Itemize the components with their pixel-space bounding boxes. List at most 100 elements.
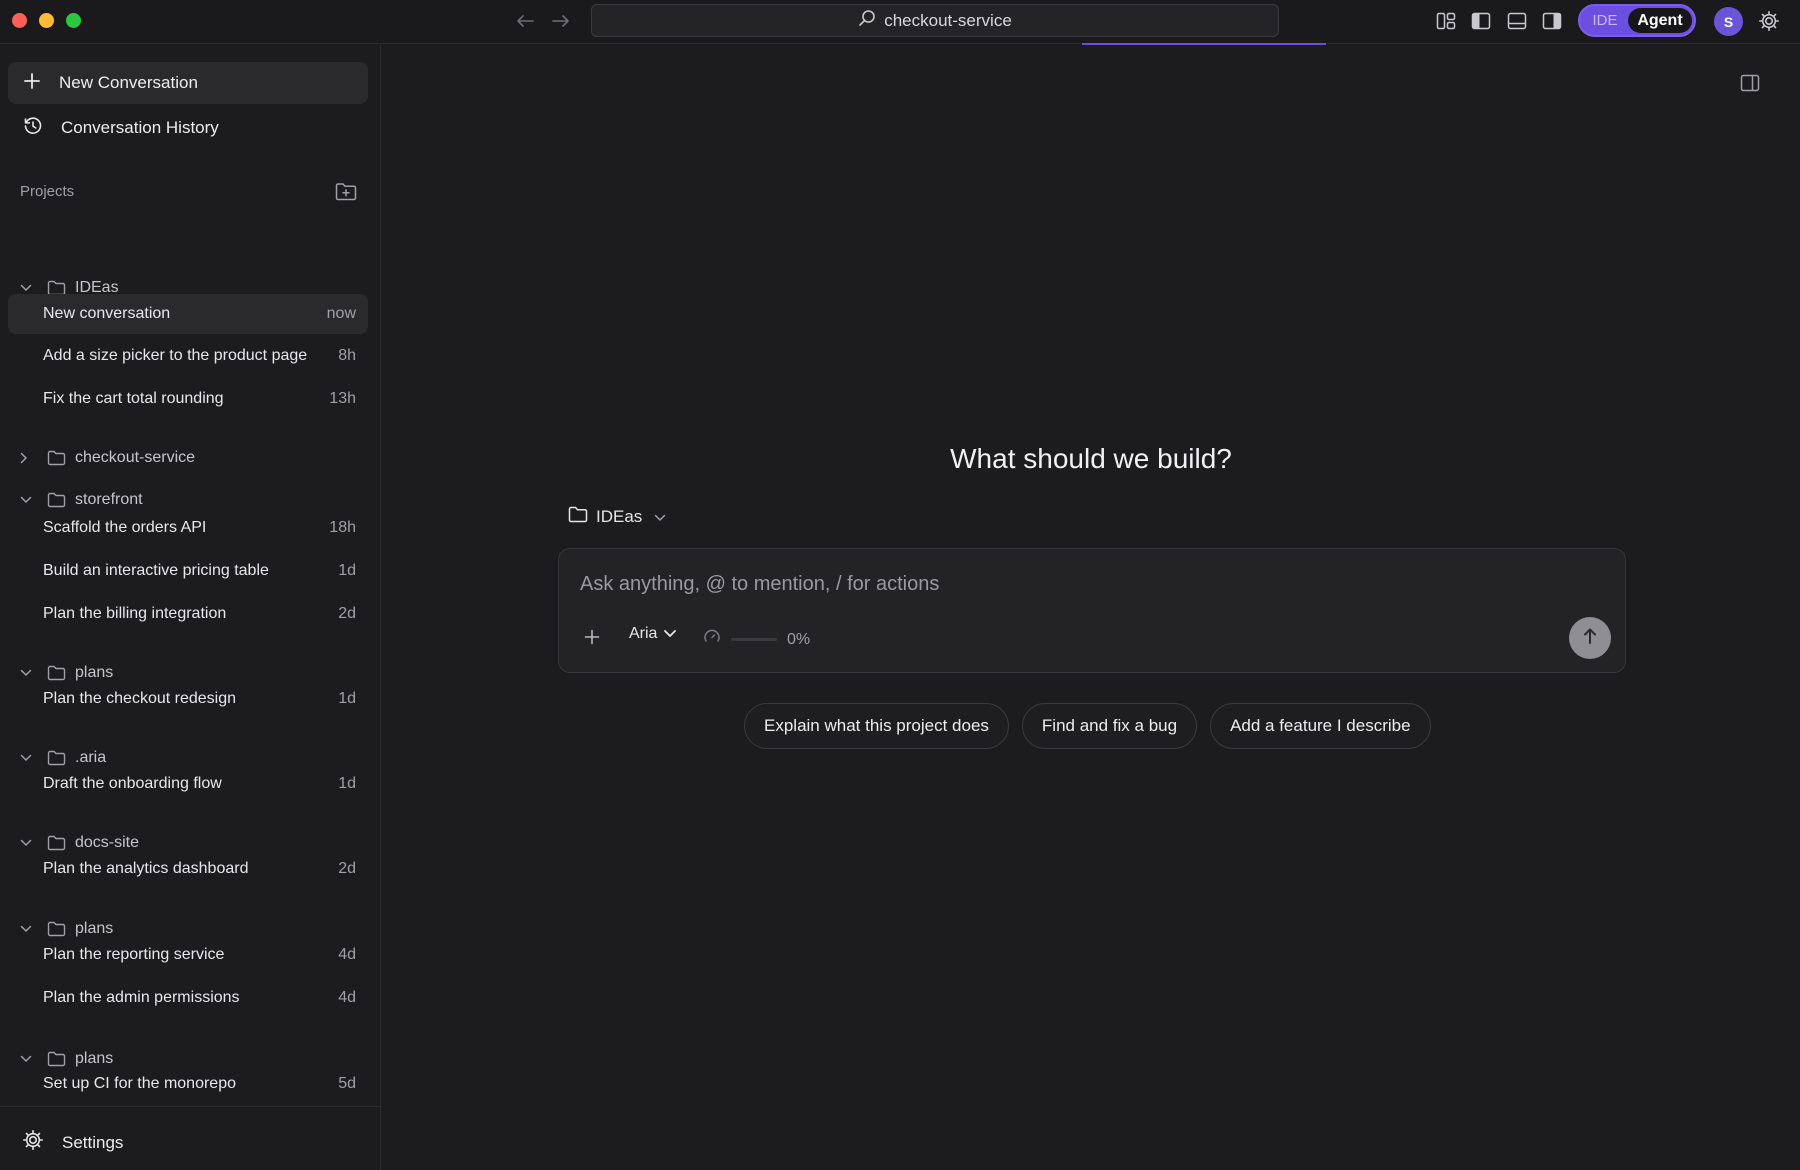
gear-icon[interactable]: [1755, 8, 1783, 34]
conversation-time: 1d: [338, 562, 356, 579]
folder-icon: [568, 506, 588, 528]
model-label: Aria: [629, 625, 658, 642]
context-usage-bar: [731, 638, 777, 641]
project-folder[interactable]: checkout-service: [20, 444, 360, 472]
conversation-item[interactable]: Plan the admin permissions 4d: [8, 978, 368, 1018]
new-conversation-label: New Conversation: [59, 73, 198, 92]
window-minimize-button[interactable]: [39, 13, 54, 28]
gauge-icon: [703, 628, 721, 651]
conversation-item[interactable]: Plan the analytics dashboard 2d: [8, 849, 368, 889]
suggestion-chips: Explain what this project does Find and …: [744, 703, 1431, 749]
forward-arrow-icon[interactable]: [547, 8, 575, 34]
active-tab-indicator: [1082, 43, 1326, 45]
conversation-item[interactable]: Build an interactive pricing table 1d: [8, 551, 368, 591]
suggestion-chip[interactable]: Explain what this project does: [744, 703, 1009, 749]
chevron-down-icon: [654, 507, 666, 527]
model-selector[interactable]: Aria: [629, 625, 677, 643]
conversation-title: Plan the admin permissions: [43, 989, 240, 1006]
conversation-title: Plan the analytics dashboard: [43, 860, 249, 877]
conversation-item[interactable]: Draft the onboarding flow 1d: [8, 764, 368, 804]
chevron-down-icon[interactable]: [20, 669, 38, 677]
chevron-down-icon: [663, 625, 677, 643]
conversation-item[interactable]: New conversation now: [8, 294, 368, 334]
history-icon: [23, 116, 43, 141]
context-usage-meter: 0%: [703, 628, 810, 651]
chevron-right-icon[interactable]: [20, 452, 38, 464]
command-search-bar[interactable]: checkout-service: [591, 4, 1279, 37]
mode-ide-option[interactable]: IDE: [1582, 12, 1628, 29]
conversation-history-button[interactable]: Conversation History: [8, 107, 368, 149]
conversation-title: Fix the cart total rounding: [43, 390, 224, 407]
gear-icon: [22, 1129, 44, 1156]
chevron-down-icon[interactable]: [20, 496, 38, 504]
project-folder-name: checkout-service: [75, 449, 196, 466]
conversation-title: Build an interactive pricing table: [43, 562, 269, 579]
window-maximize-button[interactable]: [66, 13, 81, 28]
arrow-up-icon: [1582, 627, 1598, 650]
back-arrow-icon[interactable]: [511, 8, 539, 34]
toggle-bottom-panel-icon[interactable]: [1503, 8, 1531, 34]
conversation-item[interactable]: Fix the cart total rounding 13h: [8, 379, 368, 419]
page-title: What should we build?: [950, 443, 1232, 474]
conversation-time: 2d: [338, 860, 356, 877]
avatar[interactable]: S: [1714, 7, 1743, 36]
search-text: checkout-service: [884, 10, 1012, 30]
conversation-history-label: Conversation History: [61, 118, 219, 137]
conversation-item[interactable]: Plan the checkout redesign 1d: [8, 679, 368, 719]
conversation-item[interactable]: Scaffold the orders API 18h: [8, 508, 368, 548]
conversation-title: Plan the checkout redesign: [43, 690, 237, 707]
chevron-down-icon[interactable]: [20, 1055, 38, 1063]
toggle-left-panel-icon[interactable]: [1467, 8, 1495, 34]
layout-grid-icon[interactable]: [1432, 8, 1460, 34]
toggle-right-panel-icon[interactable]: [1538, 8, 1566, 34]
conversation-title: Add a size picker to the product page: [43, 347, 308, 364]
chevron-down-icon[interactable]: [20, 284, 38, 292]
search-icon: [858, 9, 876, 32]
conversation-time: 4d: [338, 989, 356, 1006]
conversation-time: 8h: [338, 347, 356, 364]
chevron-down-icon[interactable]: [20, 754, 38, 762]
conversation-title: Set up CI for the monorepo: [43, 1075, 236, 1092]
conversation-title: New conversation: [43, 305, 171, 322]
suggestion-chip[interactable]: Add a feature I describe: [1210, 703, 1431, 749]
composer: Aria 0%: [558, 548, 1626, 673]
suggestion-chip[interactable]: Find and fix a bug: [1021, 703, 1198, 749]
sidebar: New Conversation Conversation History Pr…: [0, 45, 381, 1170]
conversation-time: 18h: [329, 519, 356, 536]
settings-label: Settings: [62, 1132, 124, 1152]
conversation-title: Scaffold the orders API: [43, 519, 207, 536]
send-button[interactable]: [1569, 617, 1611, 659]
context-usage-value: 0%: [787, 630, 811, 648]
chevron-down-icon[interactable]: [20, 839, 38, 847]
ide-agent-mode-toggle[interactable]: IDE Agent: [1578, 4, 1696, 37]
conversation-time: 1d: [338, 775, 356, 792]
conversation-item[interactable]: Set up CI for the monorepo 5d: [8, 1064, 368, 1104]
chevron-down-icon[interactable]: [20, 925, 38, 933]
settings-button[interactable]: Settings: [22, 1129, 123, 1156]
conversation-time: 1d: [338, 690, 356, 707]
conversation-time: now: [326, 305, 356, 322]
conversation-time: 2d: [338, 605, 356, 622]
conversation-time: 4d: [338, 946, 356, 963]
title-bar: checkout-service IDE Agent S: [0, 0, 1800, 45]
folder-icon: [47, 492, 69, 508]
mode-agent-option[interactable]: Agent: [1628, 8, 1692, 33]
project-picker-label: IDEas: [596, 507, 643, 526]
conversation-item[interactable]: Add a size picker to the product page 8h: [8, 336, 368, 376]
sidebar-footer: Settings: [0, 1106, 381, 1170]
folder-plus-icon[interactable]: [333, 179, 359, 203]
folder-icon: [47, 450, 69, 466]
conversation-title: Plan the reporting service: [43, 946, 225, 963]
conversation-time: 13h: [329, 390, 356, 407]
prompt-input[interactable]: [580, 569, 1580, 599]
window-close-button[interactable]: [12, 13, 27, 28]
toggle-side-panel-icon[interactable]: [1735, 69, 1765, 97]
attach-plus-icon[interactable]: [579, 624, 605, 650]
conversation-item[interactable]: Plan the billing integration 2d: [8, 594, 368, 634]
conversation-time: 5d: [338, 1075, 356, 1092]
projects-heading: Projects: [20, 183, 75, 200]
conversation-item[interactable]: Plan the reporting service 4d: [8, 935, 368, 975]
project-picker-dropdown[interactable]: IDEas: [568, 506, 666, 528]
project-folder-name: storefront: [75, 491, 143, 508]
new-conversation-button[interactable]: New Conversation: [8, 62, 368, 104]
